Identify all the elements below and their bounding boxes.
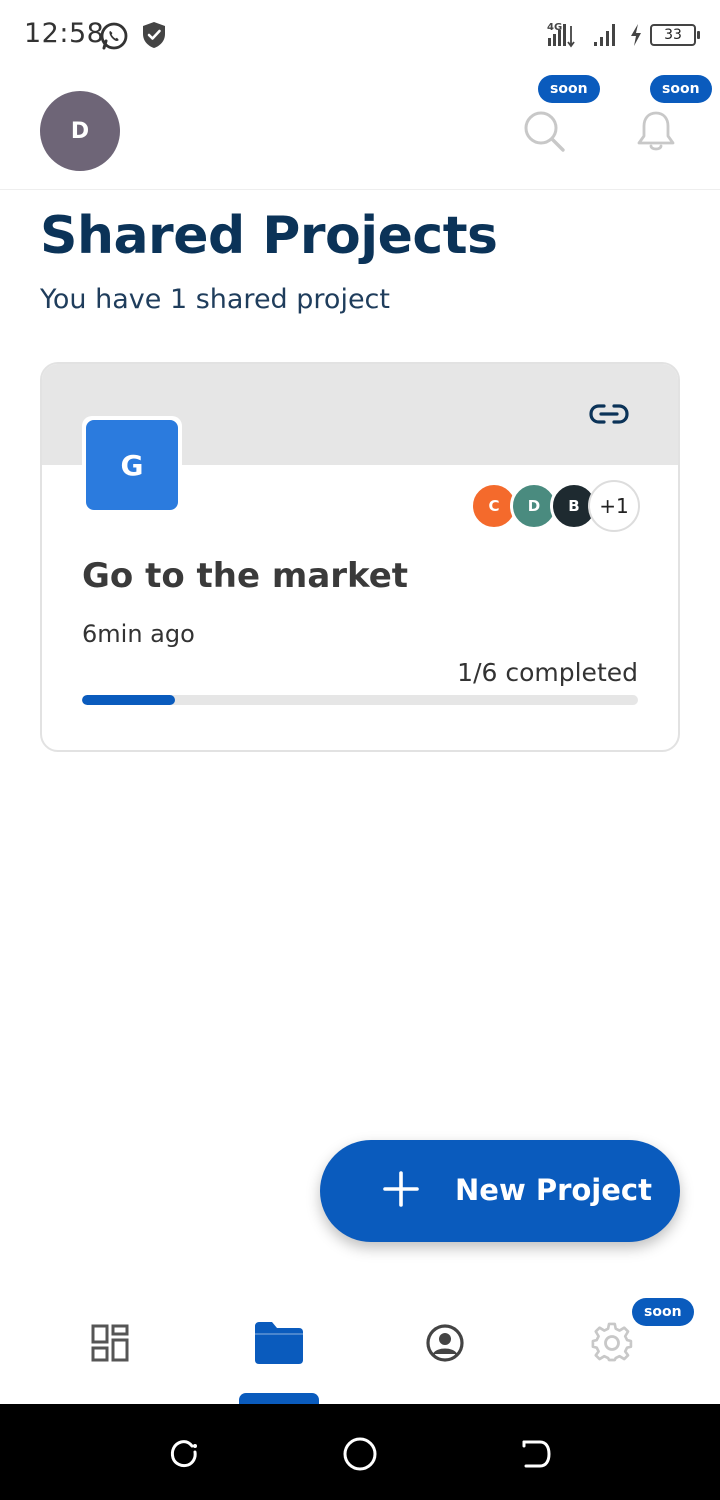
project-time: 6min ago	[82, 620, 195, 648]
status-bar: 12:58 4G 33	[0, 0, 720, 72]
app-header: D soon soon	[0, 72, 720, 190]
charging-icon	[631, 24, 641, 46]
signal-4g-icon: 4G	[547, 22, 575, 48]
project-initial: G	[86, 420, 178, 510]
nav-settings[interactable]	[582, 1318, 642, 1368]
nav-projects[interactable]	[249, 1318, 309, 1368]
more-members-badge: +1	[588, 480, 640, 532]
new-project-label: New Project	[455, 1173, 652, 1207]
shield-icon	[143, 22, 165, 48]
dashboard-icon	[91, 1324, 129, 1362]
android-nav-bar	[0, 1404, 720, 1500]
project-tile: G	[82, 416, 182, 514]
progress-fill	[82, 695, 175, 705]
new-project-button[interactable]: New Project	[320, 1140, 680, 1242]
back-icon[interactable]	[516, 1434, 556, 1474]
notifications-soon-badge: soon	[650, 75, 712, 103]
project-name: Go to the market	[82, 556, 409, 596]
progress-label: 1/6 completed	[457, 658, 638, 687]
whatsapp-icon	[100, 22, 128, 50]
settings-icon	[591, 1322, 633, 1362]
search-soon-badge: soon	[538, 75, 600, 103]
search-icon[interactable]	[522, 109, 566, 153]
bell-icon[interactable]	[634, 109, 678, 153]
battery-icon: 33	[650, 24, 700, 46]
status-time: 12:58	[24, 18, 105, 49]
project-card[interactable]: G C D B +1 Go to the market 6min ago 1/6…	[40, 362, 680, 752]
profile-icon	[426, 1324, 464, 1362]
bottom-nav: soon	[0, 1290, 720, 1407]
page-title: Shared Projects	[40, 206, 498, 266]
folder-icon	[255, 1322, 303, 1364]
page-subtitle: You have 1 shared project	[40, 284, 390, 315]
nav-profile[interactable]	[415, 1318, 475, 1368]
progress-bar	[82, 695, 638, 705]
user-avatar[interactable]: D	[40, 91, 120, 171]
nav-dashboard[interactable]	[80, 1318, 140, 1368]
recent-apps-icon[interactable]	[164, 1434, 204, 1474]
home-icon[interactable]	[340, 1434, 380, 1474]
signal-icon	[594, 24, 615, 46]
link-icon[interactable]	[588, 400, 630, 428]
plus-icon	[383, 1171, 419, 1207]
